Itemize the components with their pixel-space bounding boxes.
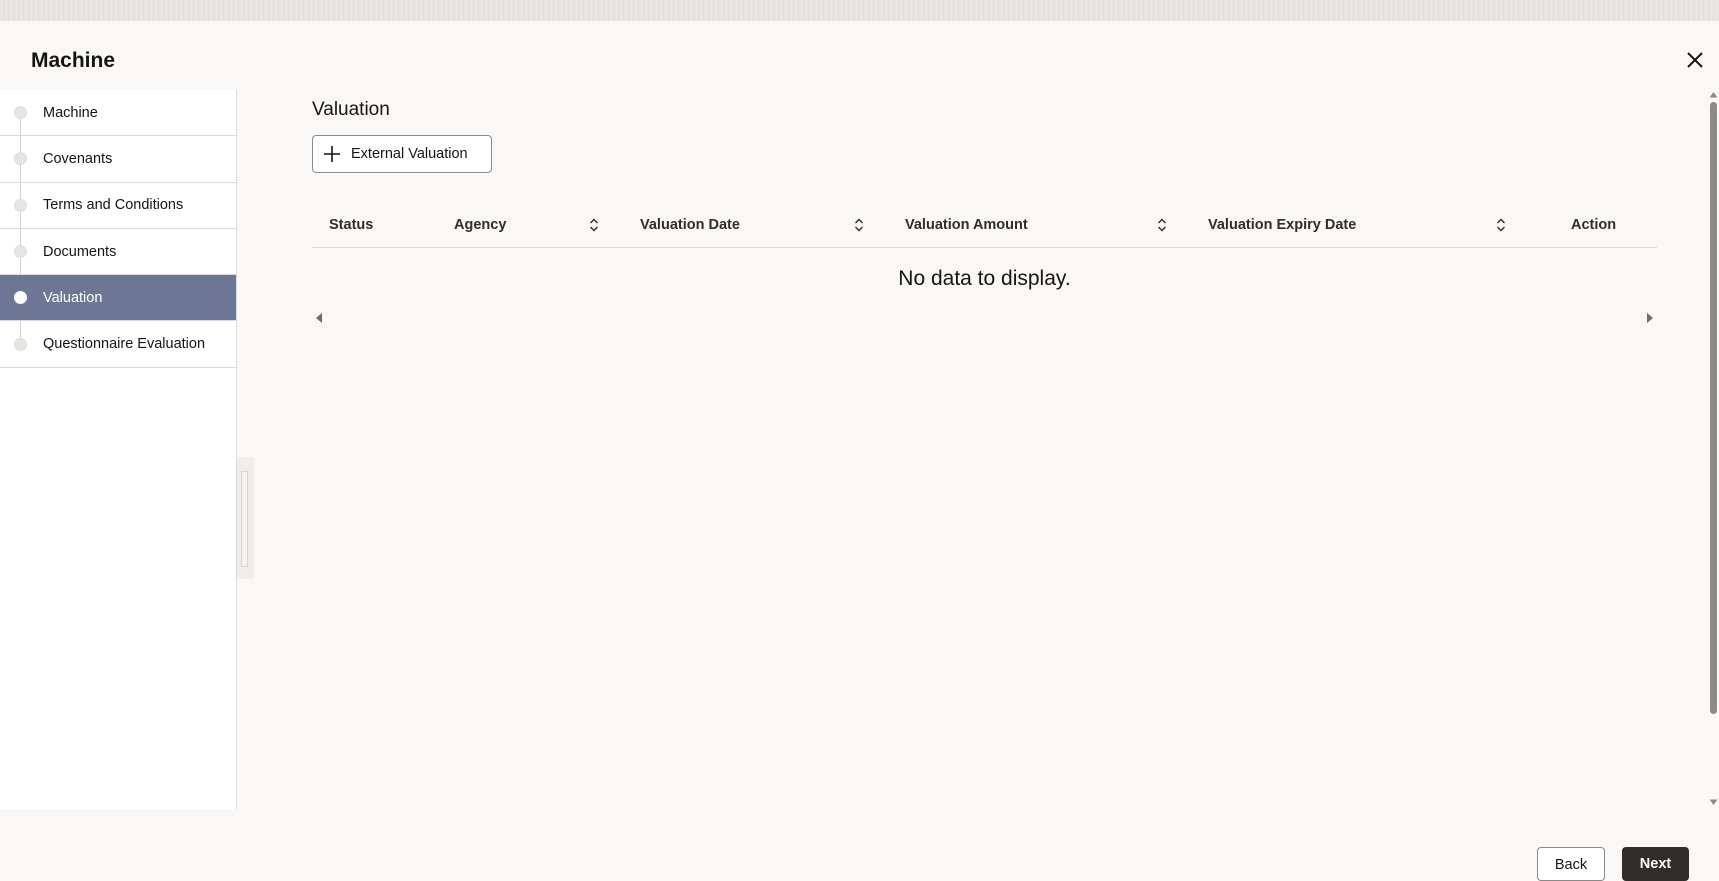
sidebar-item-label: Questionnaire Evaluation xyxy=(43,336,206,353)
sidebar-item-label: Valuation xyxy=(43,289,103,306)
scroll-left-icon[interactable] xyxy=(314,312,324,324)
sidebar-item-label: Terms and Conditions xyxy=(43,197,184,214)
empty-table-message: No data to display. xyxy=(898,267,1071,290)
step-dot-icon xyxy=(14,245,27,259)
sidebar-item-label: Documents xyxy=(43,243,117,260)
step-dot-icon xyxy=(14,106,27,120)
dialog-title: Machine xyxy=(31,49,116,72)
step-dot-icon xyxy=(14,337,27,351)
sort-icon[interactable] xyxy=(1156,217,1168,233)
back-button[interactable]: Back xyxy=(1537,847,1605,881)
scroll-down-icon[interactable] xyxy=(1709,799,1718,806)
sidebar-item-valuation[interactable]: Valuation xyxy=(0,275,236,322)
vertical-scrollbar[interactable] xyxy=(1707,90,1719,809)
sidebar-item-label: Machine xyxy=(43,104,98,121)
sidebar-item-documents[interactable]: Documents xyxy=(0,229,236,276)
column-header-valuation-expiry-date[interactable]: Valuation Expiry Date xyxy=(1208,217,1356,233)
train-navigation: Machine Covenants Terms and Conditions D… xyxy=(0,90,237,809)
column-header-valuation-amount[interactable]: Valuation Amount xyxy=(905,217,1028,233)
add-external-valuation-button[interactable]: External Valuation xyxy=(312,135,492,173)
sidebar-item-covenants[interactable]: Covenants xyxy=(0,136,236,183)
sort-icon[interactable] xyxy=(1495,217,1507,233)
column-header-status: Status xyxy=(329,217,374,233)
scroll-right-icon[interactable] xyxy=(1645,312,1655,324)
column-header-action: Action xyxy=(1571,217,1617,233)
button-label: External Valuation xyxy=(351,146,468,162)
step-dot-icon xyxy=(14,198,27,212)
close-button[interactable] xyxy=(1683,48,1707,72)
plus-icon xyxy=(324,146,340,162)
machine-dialog: Machine Machine Covenants Terms and Cond… xyxy=(0,21,1719,881)
section-title: Valuation xyxy=(312,99,390,120)
column-header-agency[interactable]: Agency xyxy=(454,217,506,233)
column-header-valuation-date[interactable]: Valuation Date xyxy=(640,217,740,233)
next-button[interactable]: Next xyxy=(1622,847,1689,881)
step-dot-icon xyxy=(14,291,27,305)
background-texture xyxy=(0,0,1719,21)
sort-icon[interactable] xyxy=(588,217,600,233)
sidebar-item-questionnaire-evaluation[interactable]: Questionnaire Evaluation xyxy=(0,321,236,368)
splitter-handle[interactable] xyxy=(241,471,248,567)
valuation-section: Valuation External Valuation Status Agen… xyxy=(312,99,1657,323)
sort-icon[interactable] xyxy=(853,217,865,233)
panel-splitter[interactable] xyxy=(237,457,254,579)
scrollbar-thumb[interactable] xyxy=(1710,102,1717,714)
close-icon xyxy=(1687,52,1703,68)
sidebar-item-machine[interactable]: Machine xyxy=(0,90,236,137)
table-header: Status Agency Valuation Date Valuation A… xyxy=(312,204,1657,248)
sidebar-item-terms-and-conditions[interactable]: Terms and Conditions xyxy=(0,183,236,229)
step-dot-icon xyxy=(14,152,27,166)
sidebar-item-label: Covenants xyxy=(43,150,113,167)
scroll-up-icon[interactable] xyxy=(1709,91,1718,98)
